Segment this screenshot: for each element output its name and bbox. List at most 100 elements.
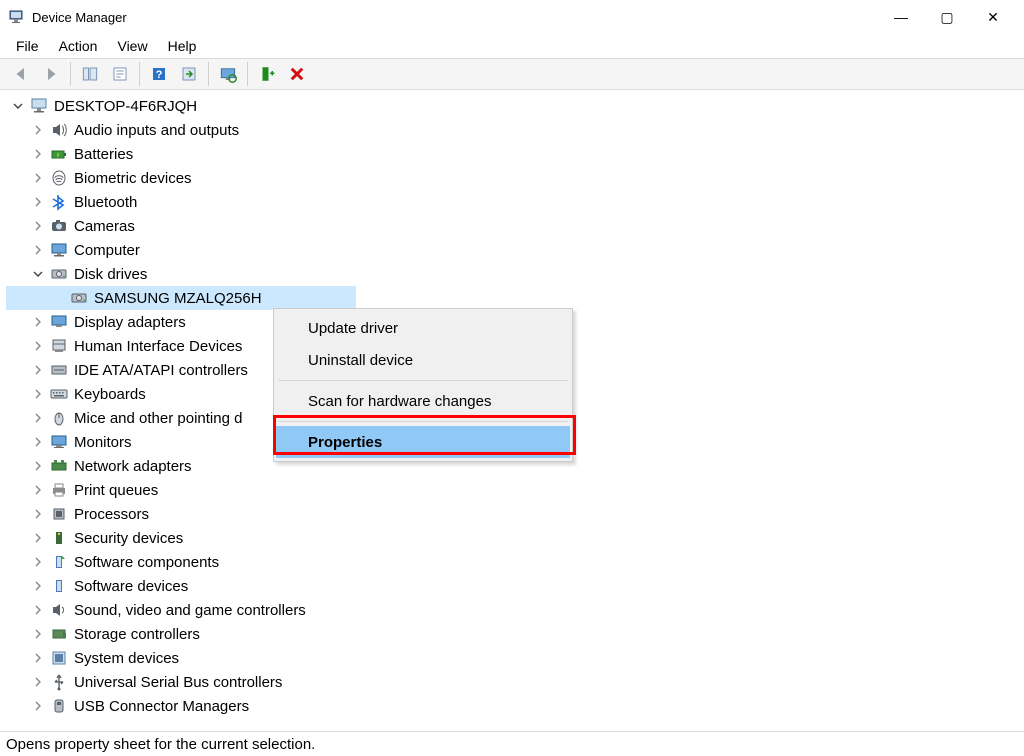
tree-category[interactable]: USB Connector Managers [6,694,1024,718]
printer-icon [50,481,68,499]
security-icon [50,529,68,547]
maximize-icon: ▢ [940,9,953,26]
context-menu-item[interactable]: Scan for hardware changes [276,385,570,417]
tree-category[interactable]: Disk drives [6,262,1024,286]
forward-button[interactable] [36,61,66,87]
tree-category[interactable]: Universal Serial Bus controllers [6,670,1024,694]
tree-category[interactable]: Batteries [6,142,1024,166]
hid-icon [50,337,68,355]
expander-icon[interactable] [30,626,46,642]
swcomp-icon [50,553,68,571]
maximize-button[interactable]: ▢ [924,1,970,33]
expander-icon[interactable] [10,98,26,114]
uninstall-button[interactable] [282,61,312,87]
show-hide-tree-button[interactable] [75,61,105,87]
tree-category-label: Software devices [72,578,190,595]
expander-icon[interactable] [30,386,46,402]
tree-category-label: Mice and other pointing d [72,410,244,427]
expander-icon[interactable] [30,650,46,666]
expander-icon[interactable] [30,242,46,258]
window-controls: — ▢ ✕ [878,1,1016,33]
context-menu-item[interactable]: Properties [276,426,570,458]
tree-category-label: Storage controllers [72,626,202,643]
context-menu-item[interactable]: Update driver [276,312,570,344]
toolbar-separator [247,62,248,86]
toolbar-separator [208,62,209,86]
expander-icon[interactable] [30,506,46,522]
expander-icon[interactable] [30,218,46,234]
tree-category-label: Sound, video and game controllers [72,602,308,619]
expander-icon[interactable] [30,554,46,570]
tree-category[interactable]: Processors [6,502,1024,526]
tree-category[interactable]: Computer [6,238,1024,262]
context-menu: Update driverUninstall device Scan for ha… [273,308,573,462]
tree-category-label: Processors [72,506,151,523]
tree-category-label: Print queues [72,482,160,499]
expander-icon[interactable] [30,482,46,498]
tree-category[interactable]: Biometric devices [6,166,1024,190]
tree-category-label: Display adapters [72,314,188,331]
expander-icon[interactable] [30,362,46,378]
expander-icon[interactable] [30,410,46,426]
expander-icon[interactable] [30,698,46,714]
tree-category[interactable]: Storage controllers [6,622,1024,646]
tree-category[interactable]: Audio inputs and outputs [6,118,1024,142]
scan-hardware-button[interactable] [213,61,243,87]
minimize-icon: — [894,9,908,25]
add-legacy-button[interactable] [252,61,282,87]
expander-icon[interactable] [30,170,46,186]
close-button[interactable]: ✕ [970,1,1016,33]
menu-view[interactable]: View [107,36,157,56]
menubar: File Action View Help [0,34,1024,58]
tree-category-label: Keyboards [72,386,148,403]
expander-icon[interactable] [30,338,46,354]
storage-icon [50,625,68,643]
minimize-button[interactable]: — [878,1,924,33]
expander-icon[interactable] [30,578,46,594]
titlebar: Device Manager — ▢ ✕ [0,0,1024,34]
menu-help[interactable]: Help [158,36,207,56]
expander-icon[interactable] [30,314,46,330]
tree-category-label: Batteries [72,146,135,163]
properties-button[interactable] [105,61,135,87]
tree-category-label: Software components [72,554,221,571]
app-icon [8,9,24,25]
expander-icon[interactable] [30,194,46,210]
expander-icon[interactable] [30,122,46,138]
toolbar: ? [0,58,1024,90]
status-text: Opens property sheet for the current sel… [6,736,315,753]
expander-icon[interactable] [30,674,46,690]
ide-icon [50,361,68,379]
tree-category[interactable]: Bluetooth [6,190,1024,214]
tree-root[interactable]: DESKTOP-4F6RJQH [6,94,1024,118]
tree-category[interactable]: Security devices [6,526,1024,550]
expander-icon[interactable] [30,146,46,162]
menu-action[interactable]: Action [49,36,108,56]
context-menu-item[interactable]: Uninstall device [276,344,570,376]
tree-category[interactable]: Software devices [6,574,1024,598]
back-button[interactable] [6,61,36,87]
help-button[interactable]: ? [144,61,174,87]
menu-file[interactable]: File [6,36,49,56]
expander-icon[interactable] [30,458,46,474]
tree-category[interactable]: Print queues [6,478,1024,502]
camera-icon [50,217,68,235]
expander-icon[interactable] [30,434,46,450]
expander-icon[interactable] [30,266,46,282]
tree-category-label: USB Connector Managers [72,698,251,715]
network-icon [50,457,68,475]
tree-root-label: DESKTOP-4F6RJQH [52,98,199,115]
display-icon [50,313,68,331]
tree-category-label: Computer [72,242,142,259]
bluetooth-icon [50,193,68,211]
expander-icon[interactable] [30,530,46,546]
tree-category[interactable]: Cameras [6,214,1024,238]
expander-icon[interactable] [30,602,46,618]
tree-device[interactable]: SAMSUNG MZALQ256H [6,286,356,310]
tree-category[interactable]: Sound, video and game controllers [6,598,1024,622]
tree-category[interactable]: System devices [6,646,1024,670]
tree-category[interactable]: Software components [6,550,1024,574]
tree-category-label: Biometric devices [72,170,194,187]
action-button[interactable] [174,61,204,87]
window-title: Device Manager [32,10,878,25]
